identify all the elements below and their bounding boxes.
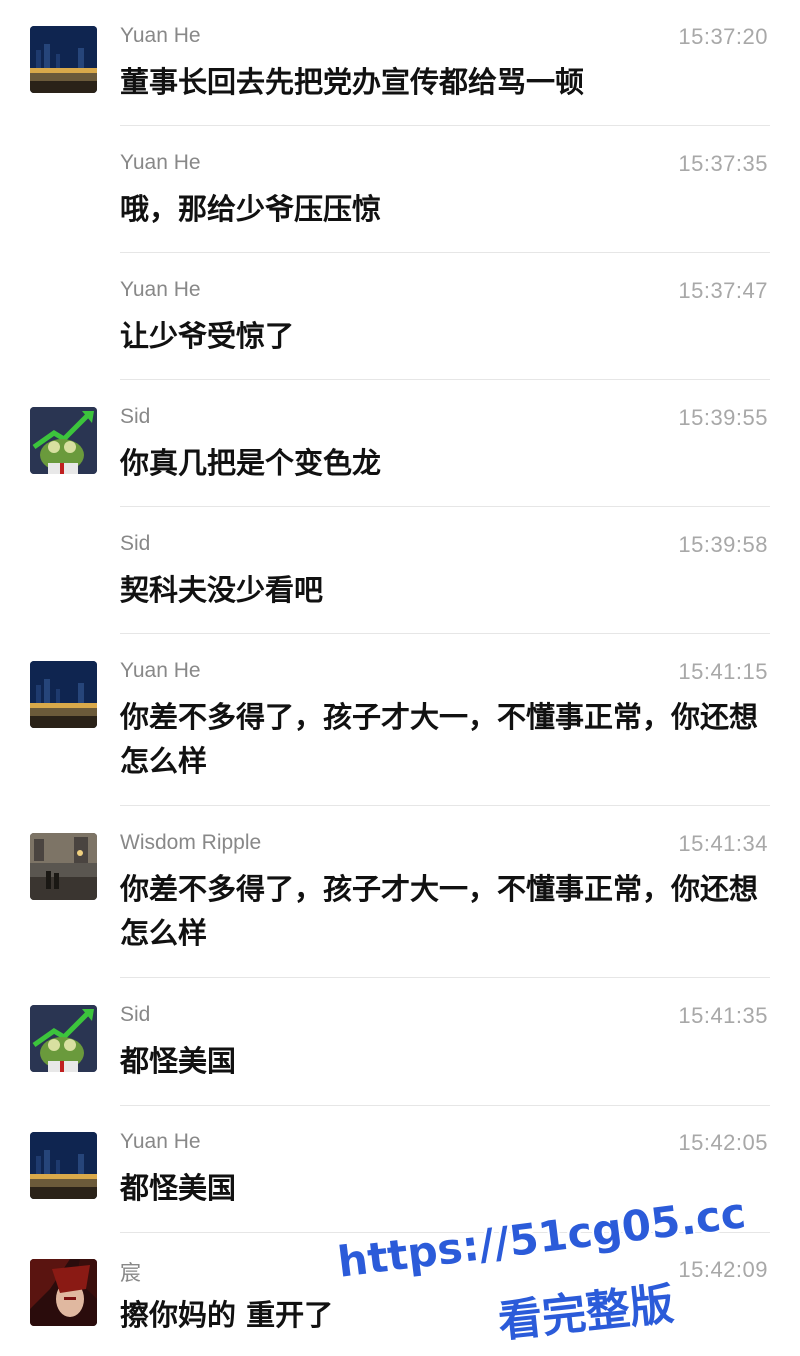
- message-item: Sid 15:41:35 都怪美国: [0, 979, 800, 1106]
- message-time: 15:42:09: [678, 1257, 768, 1282]
- sender-name: Yuan He: [120, 278, 201, 301]
- message-text: 你差不多得了，孩子才大一，不懂事正常，你还想怎么样: [120, 872, 759, 950]
- anime-character-avatar[interactable]: [30, 1259, 97, 1326]
- divider: [120, 977, 770, 978]
- message-time: 15:37:35: [678, 151, 768, 176]
- frog-stonks-avatar[interactable]: [30, 1005, 97, 1072]
- message-text: 董事长回去先把党办宣传都给骂一顿: [120, 65, 585, 99]
- message-item: Sid 15:39:55 你真几把是个变色龙: [0, 381, 800, 507]
- divider: [120, 252, 770, 253]
- divider: [120, 125, 770, 126]
- message-text: 契科夫没少看吧: [120, 573, 324, 607]
- city-night-avatar[interactable]: [30, 661, 97, 728]
- divider: [120, 379, 770, 380]
- city-night-avatar[interactable]: [30, 1132, 97, 1199]
- message-time: 15:42:05: [678, 1130, 768, 1155]
- sender-name: Sid: [120, 532, 151, 555]
- divider: [120, 805, 770, 806]
- divider: [120, 506, 770, 507]
- sender-name: Sid: [120, 1003, 151, 1026]
- sender-name: 宸: [120, 1262, 141, 1285]
- message-item: Yuan He 15:37:35 哦，那给少爷压压惊: [0, 127, 800, 253]
- sender-name: Yuan He: [120, 1130, 201, 1153]
- sender-name: Yuan He: [120, 24, 201, 47]
- message-item: Yuan He 15:37:20 董事长回去先把党办宣传都给骂一顿: [0, 0, 800, 126]
- sender-name: Sid: [120, 405, 151, 428]
- street-night-avatar[interactable]: [30, 833, 97, 900]
- city-night-avatar[interactable]: [30, 26, 97, 93]
- message-text: 哦，那给少爷压压惊: [120, 192, 382, 226]
- sender-name: Yuan He: [120, 659, 201, 682]
- message-text: 让少爷受惊了: [120, 319, 295, 353]
- message-time: 15:41:35: [678, 1003, 768, 1028]
- message-item: Yuan He 15:41:15 你差不多得了，孩子才大一，不懂事正常，你还想怎…: [0, 635, 800, 806]
- message-time: 15:41:34: [678, 831, 768, 856]
- message-time: 15:41:15: [678, 659, 768, 684]
- message-text: 你差不多得了，孩子才大一，不懂事正常，你还想怎么样: [120, 700, 759, 778]
- sender-name: Yuan He: [120, 151, 201, 174]
- message-time: 15:39:58: [678, 532, 768, 557]
- message-text: 都怪美国: [120, 1044, 237, 1078]
- divider: [120, 633, 770, 634]
- frog-stonks-avatar[interactable]: [30, 407, 97, 474]
- message-item: Wisdom Ripple 15:41:34 你差不多得了，孩子才大一，不懂事正…: [0, 807, 800, 978]
- sender-name: Wisdom Ripple: [120, 831, 262, 854]
- message-time: 15:37:47: [678, 278, 768, 303]
- message-item: Yuan He 15:37:47 让少爷受惊了: [0, 254, 800, 380]
- message-item: Sid 15:39:58 契科夫没少看吧: [0, 508, 800, 634]
- message-time: 15:37:20: [678, 24, 768, 49]
- message-text: 你真几把是个变色龙: [120, 446, 382, 480]
- message-time: 15:39:55: [678, 405, 768, 430]
